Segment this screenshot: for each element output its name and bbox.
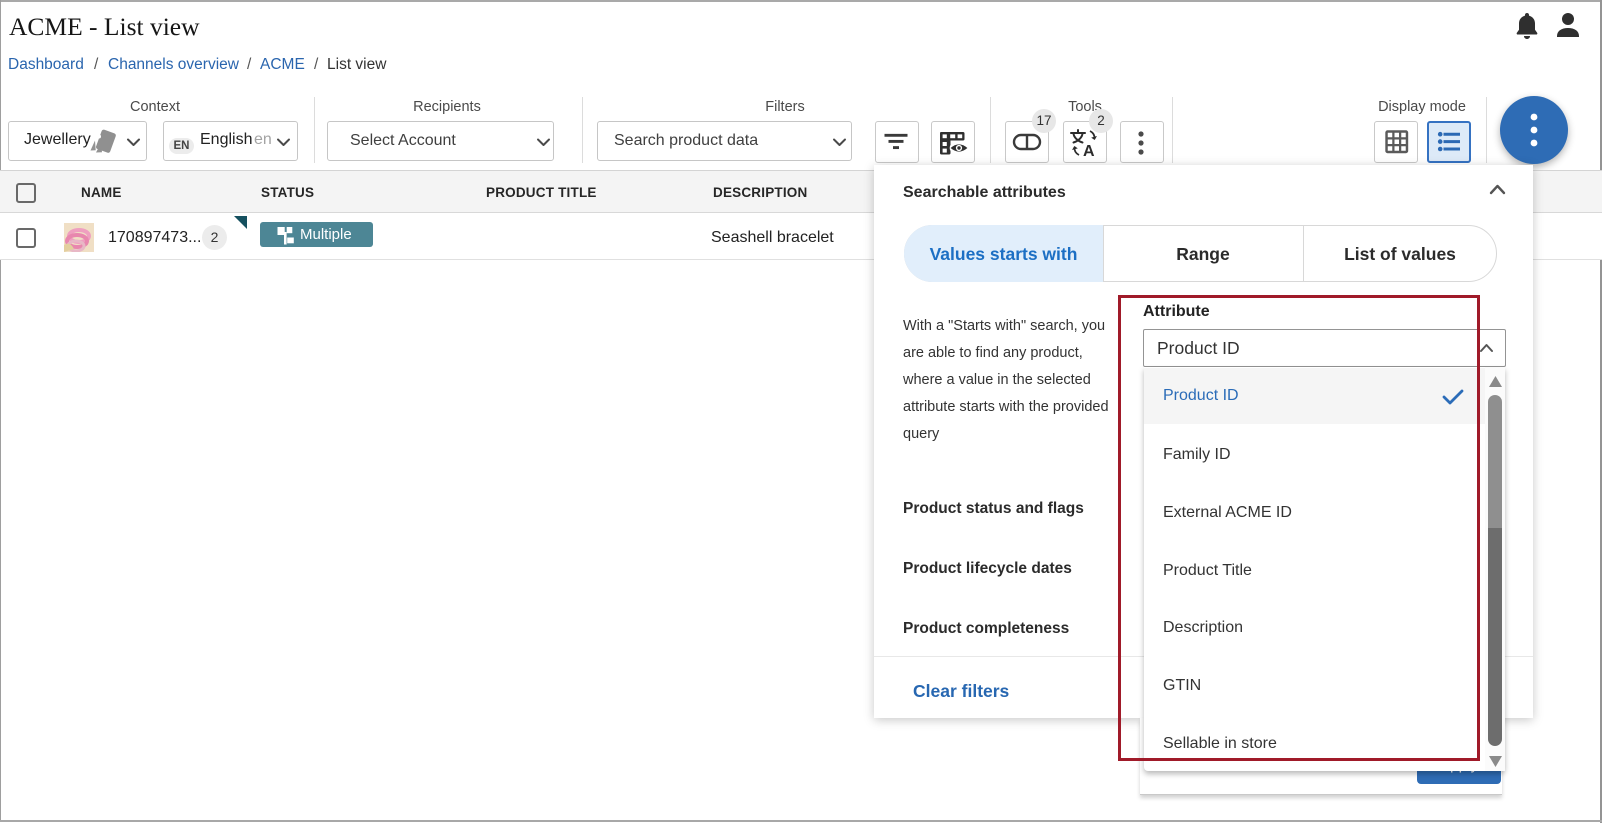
svg-text:A: A — [1083, 143, 1095, 160]
